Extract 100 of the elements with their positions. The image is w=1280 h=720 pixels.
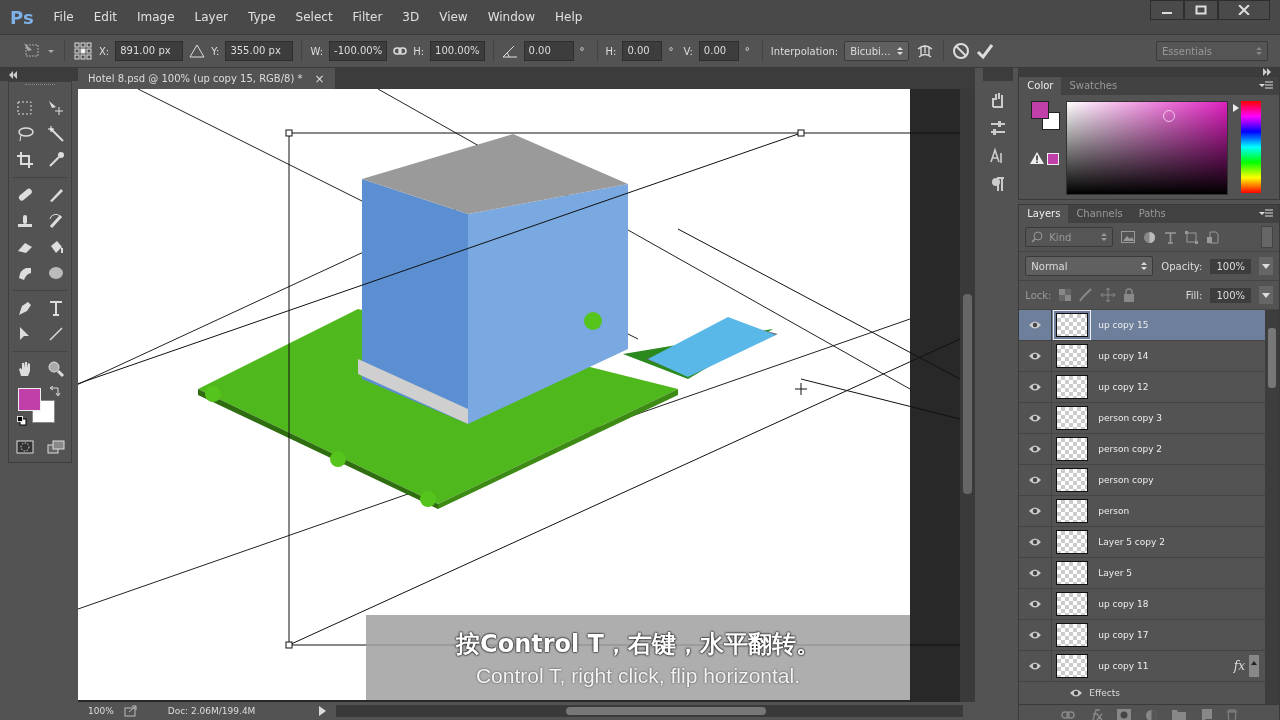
- layer-row[interactable]: up copy 14: [1019, 341, 1265, 372]
- layer-row[interactable]: person copy: [1019, 465, 1265, 496]
- angle-icon[interactable]: [501, 44, 518, 58]
- blend-mode-dropdown[interactable]: Normal: [1025, 256, 1154, 276]
- quick-mask-icon[interactable]: [15, 438, 34, 456]
- eye-icon[interactable]: [1028, 475, 1043, 485]
- eye-icon[interactable]: [1028, 382, 1043, 392]
- warning-icon[interactable]: [1030, 152, 1045, 164]
- x-field[interactable]: 891.00 px: [115, 41, 184, 61]
- fx-badge[interactable]: fx: [1233, 659, 1245, 673]
- transform-tool-icon[interactable]: [22, 42, 56, 60]
- magic-wand-icon[interactable]: [46, 125, 65, 143]
- eye-icon[interactable]: [1028, 413, 1043, 423]
- menu-item[interactable]: Edit: [93, 10, 117, 24]
- skew-field[interactable]: 0.00: [698, 41, 739, 61]
- minimize-button[interactable]: [1150, 0, 1184, 20]
- swap-colors-icon[interactable]: [49, 386, 61, 398]
- close-tab-button[interactable]: ×: [314, 71, 325, 86]
- opacity-field[interactable]: 100%: [1210, 258, 1251, 274]
- fill-field[interactable]: 100%: [1210, 287, 1251, 303]
- play-arrow-icon[interactable]: [317, 706, 326, 716]
- color-swatches[interactable]: [17, 387, 55, 423]
- layer-row[interactable]: up copy 17: [1019, 620, 1265, 651]
- menu-item[interactable]: 3D: [402, 10, 420, 24]
- document-tab[interactable]: Hotel 8.psd @ 100% (up copy 15, RGB/8) * ×: [78, 68, 335, 89]
- layer-mask-icon[interactable]: [1116, 709, 1131, 720]
- eye-icon[interactable]: [1028, 661, 1043, 671]
- layers-scrollbar[interactable]: [1265, 310, 1279, 704]
- smart-object-filter-icon[interactable]: [1206, 230, 1220, 244]
- maximize-button[interactable]: [1184, 0, 1218, 20]
- share-icon[interactable]: [123, 705, 138, 717]
- crop-tool-icon[interactable]: [15, 151, 34, 169]
- panel-tab[interactable]: Swatches: [1061, 77, 1126, 95]
- filter-toggle[interactable]: [1261, 226, 1273, 248]
- collapse-icon[interactable]: [8, 70, 18, 79]
- eye-icon[interactable]: [1028, 630, 1043, 640]
- zoom-level[interactable]: 100%: [88, 706, 114, 716]
- menu-item[interactable]: Window: [487, 10, 535, 24]
- panel-menu-icon[interactable]: [1259, 81, 1273, 91]
- layer-row[interactable]: up copy 15: [1019, 310, 1265, 341]
- height-field[interactable]: 100.00%: [430, 41, 485, 61]
- menu-item[interactable]: Help: [555, 10, 583, 24]
- panel-tab[interactable]: Channels: [1068, 205, 1131, 223]
- screen-mode-icon[interactable]: [46, 438, 65, 456]
- eye-icon[interactable]: [1028, 568, 1043, 578]
- eye-icon[interactable]: [1069, 688, 1084, 698]
- link-icon[interactable]: [393, 46, 408, 56]
- triangle-icon[interactable]: [189, 44, 206, 58]
- opacity-dropdown-button[interactable]: [1259, 257, 1273, 275]
- menu-item[interactable]: Layer: [194, 10, 228, 24]
- menu-item[interactable]: View: [439, 10, 468, 24]
- expand-effects-icon[interactable]: [1249, 655, 1259, 677]
- layer-row[interactable]: up copy 18: [1019, 589, 1265, 620]
- eye-icon[interactable]: [1028, 506, 1043, 516]
- y-field[interactable]: 355.00 px: [225, 41, 294, 61]
- lasso-tool-icon[interactable]: [15, 125, 34, 143]
- skew-field[interactable]: 0.00: [622, 41, 663, 61]
- adjustment-sliders-icon[interactable]: [989, 119, 1008, 137]
- fill-dropdown-button[interactable]: [1259, 286, 1273, 304]
- eye-icon[interactable]: [1028, 351, 1043, 361]
- horizontal-scrollbar[interactable]: [335, 705, 963, 717]
- color-swatches[interactable]: [1031, 101, 1062, 131]
- eye-icon[interactable]: [1028, 444, 1043, 454]
- menu-item[interactable]: File: [53, 10, 74, 24]
- panel-tab[interactable]: Color: [1019, 77, 1062, 95]
- color-field[interactable]: [1066, 101, 1229, 195]
- shape-filter-icon[interactable]: [1185, 230, 1199, 244]
- layer-row[interactable]: Layer 5 copy 2: [1019, 527, 1265, 558]
- menu-item[interactable]: Select: [295, 10, 333, 24]
- eye-icon[interactable]: [1028, 537, 1043, 547]
- layer-row[interactable]: up copy 12: [1019, 372, 1265, 403]
- history-brush-icon[interactable]: [46, 212, 65, 230]
- eye-icon[interactable]: [1028, 320, 1043, 330]
- panel-tab[interactable]: Layers: [1019, 205, 1069, 223]
- move-tool-icon[interactable]: [46, 99, 65, 117]
- width-field[interactable]: -100.00%: [329, 41, 388, 61]
- close-button[interactable]: [1218, 0, 1270, 20]
- reference-point-icon[interactable]: [73, 41, 93, 61]
- adjustment-filter-icon[interactable]: [1143, 230, 1157, 244]
- layer-row[interactable]: Layer 5: [1019, 558, 1265, 589]
- layer-row[interactable]: person: [1019, 496, 1265, 527]
- menu-item[interactable]: Image: [136, 10, 175, 24]
- panel-menu-icon[interactable]: [1259, 209, 1273, 219]
- sponge-icon[interactable]: [46, 264, 65, 282]
- angle-field[interactable]: 0.00: [523, 41, 574, 61]
- eye-icon[interactable]: [1028, 599, 1043, 609]
- layer-row[interactable]: up copy 11 fx: [1019, 651, 1265, 682]
- marquee-tool-icon[interactable]: [15, 99, 34, 117]
- menu-item[interactable]: Type: [248, 10, 276, 24]
- menu-item[interactable]: Filter: [352, 10, 383, 24]
- type-filter-icon[interactable]: [1164, 230, 1178, 244]
- image-filter-icon[interactable]: [1121, 231, 1136, 243]
- gamut-color-swatch[interactable]: [1047, 153, 1060, 165]
- panel-tab[interactable]: Paths: [1130, 205, 1174, 223]
- zoom-icon[interactable]: [46, 360, 65, 378]
- layer-row[interactable]: person copy 2: [1019, 434, 1265, 465]
- stamp-icon[interactable]: [15, 212, 34, 230]
- cancel-icon[interactable]: [951, 42, 970, 60]
- vertical-scrollbar[interactable]: [960, 89, 975, 702]
- default-colors-icon[interactable]: [17, 416, 27, 426]
